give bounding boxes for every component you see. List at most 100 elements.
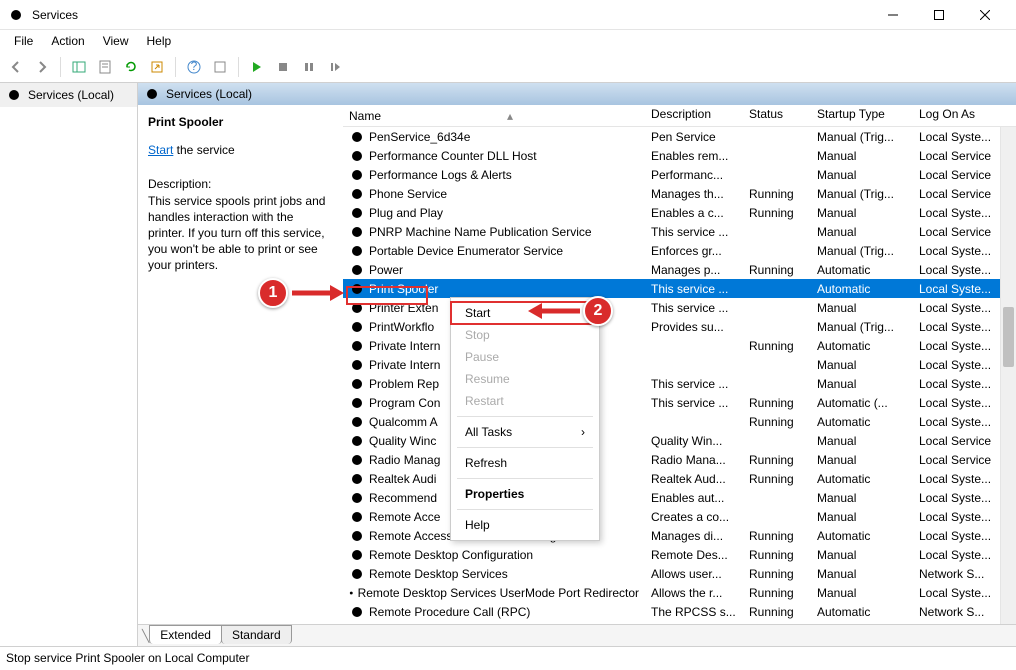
tab-extended[interactable]: Extended [149,625,222,644]
menu-help[interactable]: Help [139,32,180,50]
service-row[interactable]: Printer ExtenThis service ...ManualLocal… [343,298,1016,317]
service-description: This service ... [645,375,743,393]
column-status[interactable]: Status [743,105,811,126]
service-row[interactable]: Problem RepThis service ...ManualLocal S… [343,374,1016,393]
service-startup: Manual (Trig... [811,185,913,203]
service-row[interactable]: Portable Device Enumerator ServiceEnforc… [343,241,1016,260]
column-description[interactable]: Description [645,105,743,126]
service-row[interactable]: Print SpoolerThis service ...AutomaticLo… [343,279,1016,298]
service-row[interactable]: Remote Desktop Services UserMode Port Re… [343,583,1016,602]
service-name: Remote Desktop Services [369,567,508,581]
service-row[interactable]: Radio ManagRadio Mana...RunningManualLoc… [343,450,1016,469]
service-description [645,344,743,348]
annotation-arrow-2 [522,301,580,321]
service-name: Realtek Audi [369,472,436,486]
service-name: Printer Exten [369,301,438,315]
menu-item-refresh[interactable]: Refresh [451,452,599,474]
service-description: Allows the r... [645,584,743,602]
service-description: Pen Service [645,128,743,146]
service-row[interactable]: Performance Counter DLL HostEnables rem.… [343,146,1016,165]
service-name: Remote Procedure Call (RPC) [369,605,530,619]
action-button[interactable] [208,55,232,79]
refresh-button[interactable] [119,55,143,79]
menu-item-label: Restart [465,394,504,408]
menu-item-all-tasks[interactable]: All Tasks› [451,421,599,443]
column-name[interactable]: Name▴ [343,105,645,126]
start-service-button[interactable] [245,55,269,79]
tree-item-services-local[interactable]: Services (Local) [0,83,137,107]
gear-icon [349,547,365,563]
menu-file[interactable]: File [6,32,41,50]
service-status: Running [743,261,811,279]
service-status [743,439,811,443]
start-link[interactable]: Start [148,143,173,157]
scrollbar[interactable] [1000,127,1016,624]
gear-icon [349,186,365,202]
service-row[interactable]: Qualcomm ARunningAutomaticLocal Syste... [343,412,1016,431]
service-description: Realtek Aud... [645,470,743,488]
service-description: Enables rem... [645,147,743,165]
service-row[interactable]: Remote Desktop ConfigurationRemote Des..… [343,545,1016,564]
gear-icon [349,471,365,487]
restart-service-button[interactable] [323,55,347,79]
service-name: Power [369,263,403,277]
gear-icon [349,148,365,164]
service-row[interactable]: PowerManages p...RunningAutomaticLocal S… [343,260,1016,279]
properties-button[interactable] [93,55,117,79]
scrollbar-thumb[interactable] [1003,307,1014,367]
service-status [743,173,811,177]
service-row[interactable]: Remote Procedure Call (RPC)The RPCSS s..… [343,602,1016,621]
service-row[interactable]: Remote AcceCreates a co...ManualLocal Sy… [343,507,1016,526]
service-row[interactable]: Plug and PlayEnables a c...RunningManual… [343,203,1016,222]
column-logon[interactable]: Log On As [913,105,1007,126]
service-status [743,325,811,329]
service-row[interactable]: Quality WincQuality Win...ManualLocal Se… [343,431,1016,450]
column-headers: Name▴ Description Status Startup Type Lo… [343,105,1016,127]
service-row[interactable]: Private InternRunningAutomaticLocal Syst… [343,336,1016,355]
service-row[interactable]: Program ConThis service ...RunningAutoma… [343,393,1016,412]
service-row[interactable]: Performance Logs & AlertsPerformanc...Ma… [343,165,1016,184]
service-row[interactable]: Remote Desktop ServicesAllows user...Run… [343,564,1016,583]
stop-service-button[interactable] [271,55,295,79]
export-button[interactable] [145,55,169,79]
start-service-line: Start the service [148,143,333,157]
service-description: This service ... [645,394,743,412]
menu-item-properties[interactable]: Properties [451,483,599,505]
menu-action[interactable]: Action [43,32,92,50]
column-startup[interactable]: Startup Type [811,105,913,126]
minimize-button[interactable] [870,0,916,30]
service-row[interactable]: RecommendEnables aut...ManualLocal Syste… [343,488,1016,507]
back-button[interactable] [4,55,28,79]
left-pane: Services (Local) [0,83,138,646]
forward-button[interactable] [30,55,54,79]
service-row[interactable]: PenService_6d34ePen ServiceManual (Trig.… [343,127,1016,146]
service-row[interactable]: PrintWorkfloProvides su...Manual (Trig..… [343,317,1016,336]
service-status: Running [743,451,811,469]
service-row[interactable]: Realtek AudiRealtek Aud...RunningAutomat… [343,469,1016,488]
menubar: File Action View Help [0,30,1016,52]
service-description: Provides su... [645,318,743,336]
service-row[interactable]: Private InternManualLocal Syste... [343,355,1016,374]
maximize-button[interactable] [916,0,962,30]
menu-divider [457,447,593,448]
show-hide-button[interactable] [67,55,91,79]
service-description: Allows user... [645,565,743,583]
close-button[interactable] [962,0,1008,30]
service-row[interactable]: Remote Access Connection ManagerManages … [343,526,1016,545]
help-button[interactable]: ? [182,55,206,79]
service-row[interactable]: Phone ServiceManages th...RunningManual … [343,184,1016,203]
toolbar-separator [175,57,176,77]
tab-standard[interactable]: Standard [221,625,292,644]
menu-item-restart: Restart [451,390,599,412]
pause-service-button[interactable] [297,55,321,79]
menu-view[interactable]: View [95,32,137,50]
service-row[interactable]: PNRP Machine Name Publication ServiceThi… [343,222,1016,241]
service-status [743,135,811,139]
service-status: Running [743,185,811,203]
service-startup: Manual [811,147,913,165]
gear-icon [349,376,365,392]
service-name: Quality Winc [369,434,436,448]
menu-item-help[interactable]: Help [451,514,599,536]
menu-item-resume: Resume [451,368,599,390]
window-title: Services [32,8,870,22]
